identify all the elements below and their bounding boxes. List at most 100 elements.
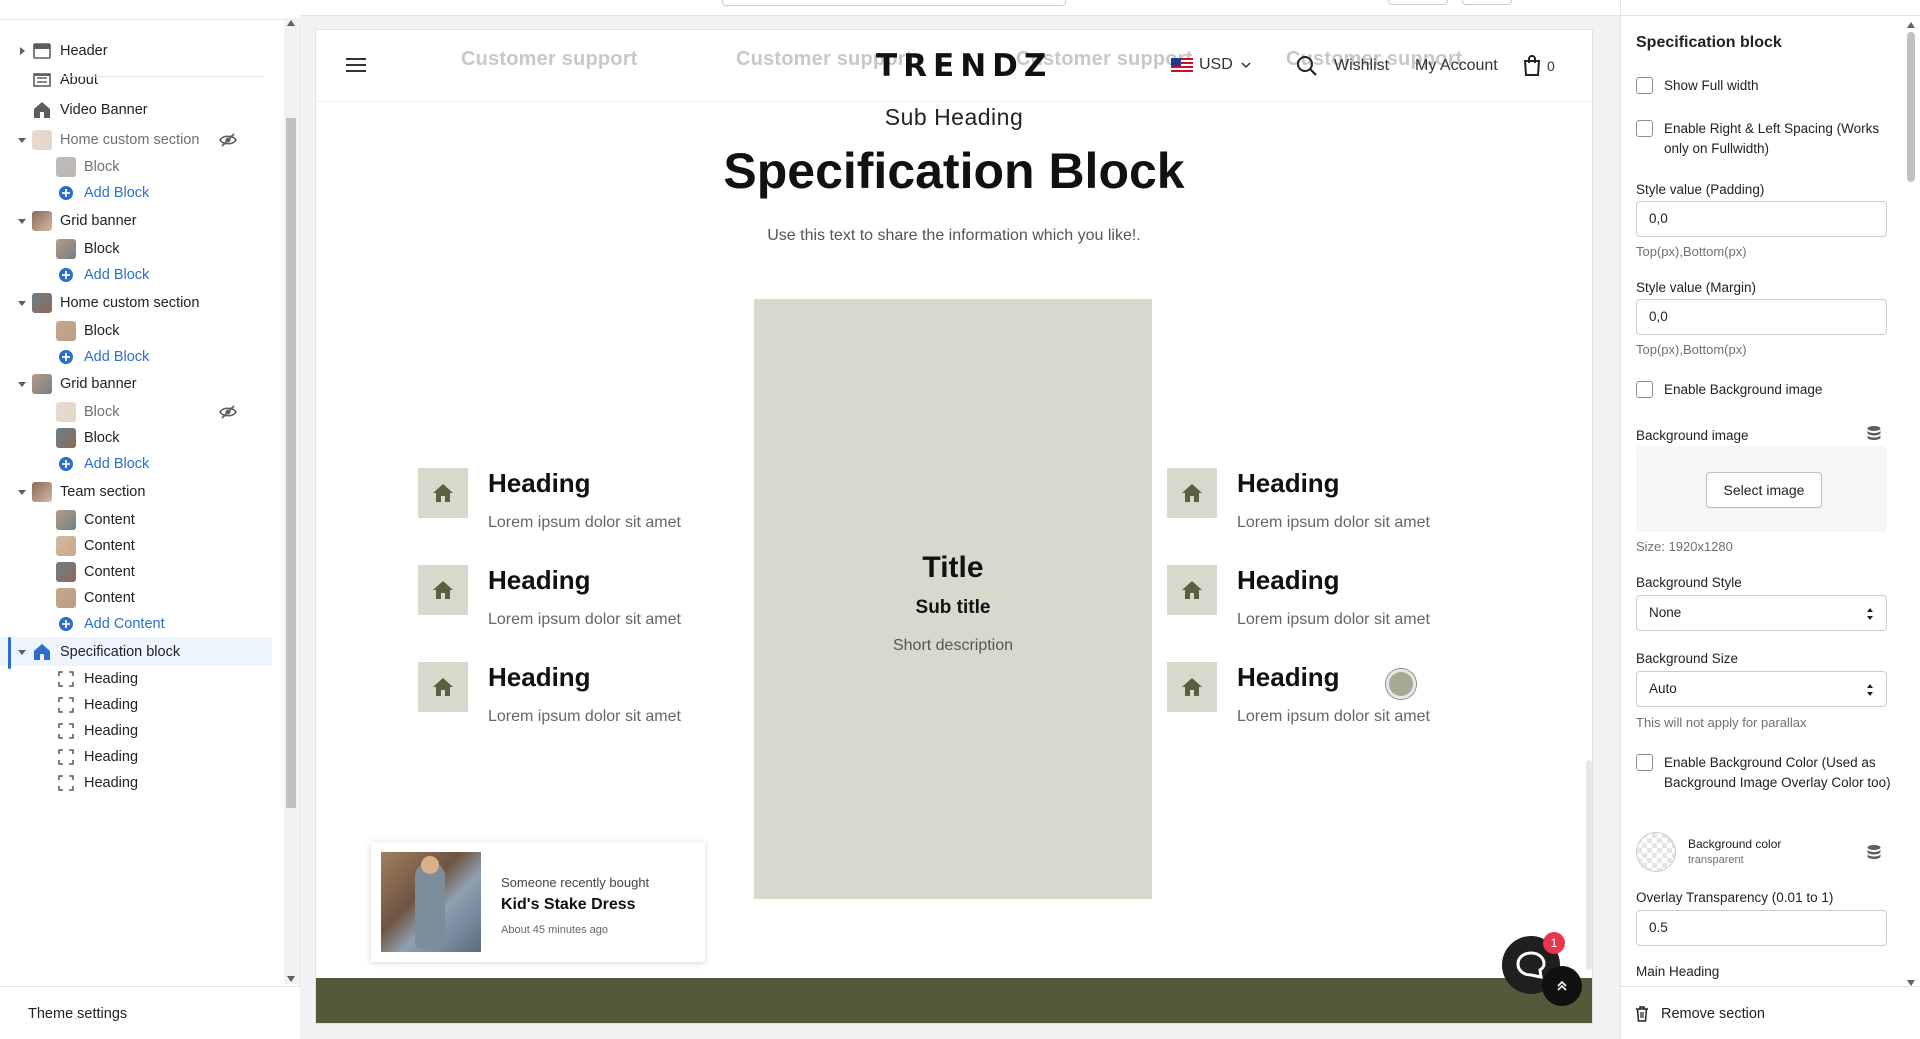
editor-top-bar: [300, 0, 1892, 16]
caret-right-icon[interactable]: [16, 45, 28, 57]
view-mode-button[interactable]: [1388, 0, 1448, 5]
scroll-up-arrow-icon[interactable]: [1907, 22, 1915, 28]
frame-icon: [58, 697, 74, 714]
overlay-input[interactable]: 0.5: [1636, 910, 1887, 946]
settings-scroll-thumb[interactable]: [1907, 32, 1915, 182]
recent-purchase-popup[interactable]: Someone recently bought Kid's Stake Dres…: [371, 842, 705, 962]
spec-item: Heading Lorem ipsum dolor sit amet: [418, 468, 718, 548]
enable-bg-color-option[interactable]: Enable Background Color (Used as Backgro…: [1636, 753, 1894, 793]
sidebar-block-item[interactable]: Block: [0, 425, 272, 451]
store-logo[interactable]: TRENDZ: [876, 48, 1052, 84]
add-block-button[interactable]: Add Content: [0, 611, 272, 637]
padding-input[interactable]: 0,0: [1636, 201, 1887, 237]
sidebar-section-item[interactable]: Home custom section: [0, 125, 272, 155]
thumbnail-image: [32, 481, 52, 502]
enable-spacing-option[interactable]: Enable Right & Left Spacing (Works only …: [1636, 119, 1894, 159]
thumbnail-image: [56, 428, 76, 449]
enable-bg-image-option[interactable]: Enable Background image: [1636, 380, 1894, 400]
enable-bg-image-checkbox[interactable]: [1636, 381, 1653, 398]
popup-product-name[interactable]: Kid's Stake Dress: [501, 896, 636, 914]
my-account-link[interactable]: My Account: [1415, 57, 1498, 75]
sidebar-block-item[interactable]: Block: [0, 318, 272, 344]
plus-circle-icon: [59, 186, 73, 201]
spec-item-heading: Heading: [488, 468, 591, 498]
sidebar-section-item[interactable]: About: [0, 66, 272, 96]
sidebar-section-item[interactable]: Home custom section: [0, 288, 272, 318]
sidebar-section-item[interactable]: Video Banner: [0, 95, 272, 125]
dynamic-source-database-icon[interactable]: [1866, 425, 1882, 441]
bg-color-swatch[interactable]: [1636, 832, 1676, 872]
frame-icon: [58, 749, 74, 766]
sidebar-block-item[interactable]: Heading: [0, 718, 272, 744]
sidebar-block-item[interactable]: Heading: [0, 666, 272, 692]
sidebar-section-item[interactable]: Header: [0, 36, 272, 66]
sidebar-block-item[interactable]: Content: [0, 507, 272, 533]
enable-spacing-checkbox[interactable]: [1636, 120, 1653, 137]
remove-section-button[interactable]: Remove section: [1621, 986, 1920, 1039]
sidebar-section-item[interactable]: Specification block: [0, 636, 272, 669]
menu-hamburger-icon[interactable]: [346, 58, 366, 74]
caret-down-icon[interactable]: [16, 297, 28, 309]
sidebar-scroll-thumb[interactable]: [286, 118, 296, 808]
add-block-button[interactable]: Add Block: [0, 180, 272, 206]
back-to-top-button[interactable]: [1542, 966, 1582, 1006]
wishlist-link[interactable]: Wishlist: [1334, 57, 1389, 75]
eye-hidden-icon[interactable]: [218, 402, 238, 422]
sidebar-item-label: Grid banner: [60, 376, 137, 393]
caret-down-icon[interactable]: [16, 646, 28, 658]
sidebar-section-item[interactable]: Grid banner: [0, 206, 272, 236]
caret-down-icon[interactable]: [16, 486, 28, 498]
center-subtitle: Sub title: [915, 597, 991, 618]
sidebar-section-item[interactable]: Grid banner: [0, 370, 272, 400]
dynamic-source-database-icon[interactable]: [1866, 844, 1882, 860]
sidebar-block-item[interactable]: Heading: [0, 692, 272, 718]
sidebar-scrollbar[interactable]: [284, 18, 298, 984]
settings-scrollbar[interactable]: [1904, 22, 1918, 986]
spec-item-text: Lorem ipsum dolor sit amet: [1237, 708, 1430, 725]
home-icon: [1167, 662, 1217, 712]
caret-down-icon[interactable]: [16, 378, 28, 390]
undo-button[interactable]: [1462, 0, 1512, 5]
preview-scrollbar[interactable]: [1585, 30, 1593, 1023]
enable-bg-color-label: Enable Background Color (Used as Backgro…: [1664, 755, 1891, 790]
sidebar-item-label: Block: [84, 404, 120, 421]
margin-input[interactable]: 0,0: [1636, 299, 1887, 335]
sidebar-item-label: Heading: [84, 723, 139, 740]
caret-down-icon[interactable]: [16, 134, 28, 146]
select-arrows-icon: [1867, 684, 1873, 696]
bg-style-select[interactable]: None: [1636, 595, 1887, 631]
sidebar-block-item[interactable]: Block: [0, 399, 272, 425]
show-full-width-option[interactable]: Show Full width: [1636, 76, 1894, 96]
scroll-down-arrow-icon[interactable]: [287, 976, 295, 982]
sidebar-block-item[interactable]: Heading: [0, 770, 272, 796]
home-icon: [34, 643, 50, 660]
caret-down-icon[interactable]: [16, 215, 28, 227]
bg-size-help: This will not apply for parallax: [1636, 715, 1807, 730]
sidebar-block-item[interactable]: Heading: [0, 744, 272, 770]
show-full-width-checkbox[interactable]: [1636, 77, 1653, 94]
double-chevron-up-icon: [1557, 980, 1567, 991]
theme-settings-button[interactable]: Theme settings: [0, 986, 300, 1039]
currency-selector[interactable]: USD: [1171, 56, 1251, 74]
eye-hidden-icon[interactable]: [218, 130, 238, 150]
sidebar-item-label: Grid banner: [60, 213, 137, 230]
sidebar-block-item[interactable]: Block: [0, 236, 272, 262]
scroll-up-arrow-icon[interactable]: [287, 20, 295, 26]
theme-sections-sidebar: Header About Video Banner Home custom secti…: [0, 0, 300, 1039]
sidebar-item-label: Specification block: [60, 643, 181, 660]
add-block-button[interactable]: Add Block: [0, 262, 272, 288]
sidebar-section-item[interactable]: Team section: [0, 477, 272, 507]
select-image-button[interactable]: Select image: [1706, 472, 1822, 508]
page-selector[interactable]: [722, 0, 1066, 6]
sidebar-block-item[interactable]: Content: [0, 585, 272, 611]
add-block-button[interactable]: Add Block: [0, 451, 272, 477]
enable-bg-color-checkbox[interactable]: [1636, 754, 1653, 771]
sidebar-block-item[interactable]: Block: [0, 154, 272, 180]
sidebar-block-item[interactable]: Content: [0, 559, 272, 585]
sidebar-block-item[interactable]: Content: [0, 533, 272, 559]
bg-size-select[interactable]: Auto: [1636, 671, 1887, 707]
plus-circle-icon: [59, 616, 73, 631]
search-icon[interactable]: [1296, 55, 1318, 77]
add-block-button[interactable]: Add Block: [0, 344, 272, 370]
cart-bag-icon[interactable]: [1522, 54, 1542, 76]
